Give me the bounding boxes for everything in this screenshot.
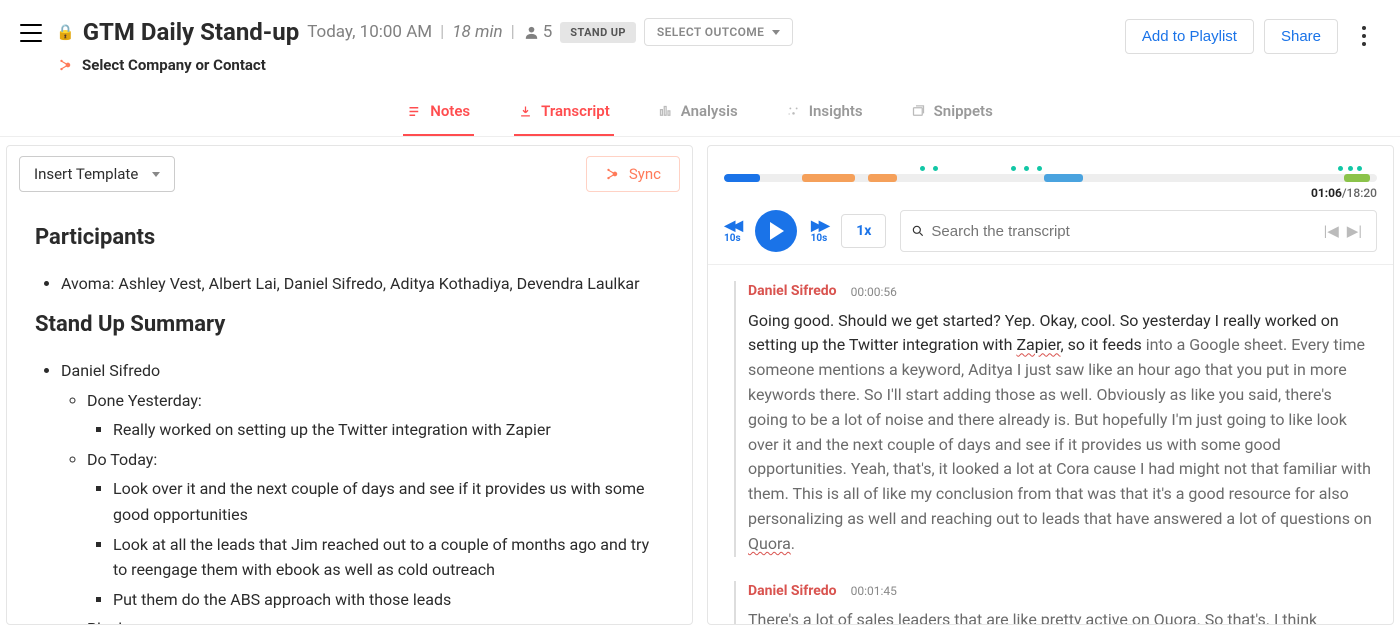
entry-timestamp: 00:00:56 — [851, 283, 897, 302]
analysis-icon — [658, 104, 673, 119]
sync-label: Sync — [629, 165, 661, 183]
notes-content[interactable]: Participants Avoma: Ashley Vest, Albert … — [7, 202, 692, 624]
tab-label: Snippets — [934, 102, 993, 120]
transcript-search[interactable]: |◀ ▶| — [900, 210, 1377, 252]
entry-text: Going good. Should we get started? Yep. … — [748, 309, 1373, 557]
add-to-playlist-button[interactable]: Add to Playlist — [1125, 19, 1254, 54]
timeline-bar[interactable] — [724, 174, 1377, 182]
blockers-label: Blockers: — [87, 616, 664, 624]
hubspot-icon — [605, 167, 619, 181]
current-time: 01:06 — [1311, 186, 1342, 200]
snippets-icon — [911, 104, 926, 119]
separator: | — [440, 22, 444, 42]
do-today-label: Do Today: — [87, 447, 664, 473]
topic-markers — [724, 166, 1377, 174]
menu-button[interactable] — [20, 24, 42, 42]
search-next-button[interactable]: ▶| — [1343, 222, 1366, 240]
participants-list: Avoma: Ashley Vest, Albert Lai, Daniel S… — [61, 271, 664, 297]
total-time: 18:20 — [1347, 186, 1377, 200]
caret-down-icon — [152, 172, 160, 177]
tab-transcript[interactable]: Transcript — [514, 90, 614, 136]
participant-count[interactable]: 5 — [523, 22, 553, 42]
today-item: Look over it and the next couple of days… — [113, 476, 664, 527]
entry-text: There's a lot of sales leaders that are … — [748, 608, 1373, 624]
meeting-duration: 18 min — [452, 22, 502, 42]
skip-fwd-label: 10s — [811, 233, 828, 244]
notes-panel: Insert Template Sync Participants Avoma:… — [6, 145, 693, 625]
transcript-content[interactable]: Daniel Sifredo 00:00:56 Going good. Shou… — [708, 265, 1393, 624]
person-icon — [523, 24, 540, 41]
insert-template-dropdown[interactable]: Insert Template — [19, 156, 175, 192]
speaker-name: Daniel Sifredo — [748, 581, 837, 603]
sparkle-icon — [786, 104, 801, 119]
more-actions-button[interactable] — [1348, 18, 1380, 54]
done-item: Really worked on setting up the Twitter … — [113, 417, 664, 443]
insert-template-label: Insert Template — [34, 165, 138, 183]
participants-heading: Participants — [35, 220, 664, 255]
tab-label: Insights — [809, 102, 863, 120]
summary-heading: Stand Up Summary — [35, 307, 664, 342]
transcript-entry[interactable]: Daniel Sifredo 00:01:45 There's a lot of… — [734, 581, 1373, 624]
separator: | — [511, 22, 515, 42]
tab-label: Analysis — [681, 102, 738, 120]
transcript-panel: 01:06/18:20 ◀◀ 10s ▶▶ 10s 1x |◀ ▶| — [707, 145, 1394, 625]
share-button[interactable]: Share — [1264, 19, 1338, 54]
entry-timestamp: 00:01:45 — [851, 582, 897, 601]
lock-icon: 🔒 — [56, 23, 75, 41]
skip-back-label: 10s — [724, 233, 741, 244]
search-icon — [911, 224, 925, 238]
playback-speed-button[interactable]: 1x — [841, 214, 886, 248]
tab-snippets[interactable]: Snippets — [907, 90, 997, 136]
caret-down-icon — [772, 30, 780, 35]
search-prev-button[interactable]: |◀ — [1320, 222, 1343, 240]
summary-speaker: Daniel Sifredo — [61, 358, 664, 384]
time-display: 01:06/18:20 — [724, 186, 1377, 200]
today-item: Put them do the ABS approach with those … — [113, 587, 664, 613]
tab-notes[interactable]: Notes — [403, 90, 474, 136]
meeting-type-badge[interactable]: STAND UP — [560, 22, 636, 43]
today-item: Look at all the leads that Jim reached o… — [113, 532, 664, 583]
participant-count-value: 5 — [543, 22, 553, 42]
select-outcome-dropdown[interactable]: SELECT OUTCOME — [644, 18, 793, 46]
meeting-datetime: Today, 10:00 AM — [307, 22, 432, 42]
tab-insights[interactable]: Insights — [782, 90, 867, 136]
outcome-label: SELECT OUTCOME — [657, 25, 764, 39]
transcript-search-input[interactable] — [925, 215, 1319, 248]
sync-button[interactable]: Sync — [586, 156, 680, 192]
skip-forward-button[interactable]: ▶▶ 10s — [811, 219, 828, 244]
tab-analysis[interactable]: Analysis — [654, 90, 742, 136]
meeting-title: GTM Daily Stand-up — [83, 18, 300, 46]
skip-back-button[interactable]: ◀◀ 10s — [724, 219, 741, 244]
download-icon — [518, 104, 533, 119]
tab-label: Notes — [430, 102, 470, 120]
timeline[interactable]: 01:06/18:20 — [708, 146, 1393, 204]
hubspot-icon — [58, 58, 72, 72]
company-selector[interactable]: Select Company or Contact — [82, 56, 266, 74]
done-yesterday-label: Done Yesterday: — [87, 388, 664, 414]
play-button[interactable] — [755, 210, 797, 252]
speaker-name: Daniel Sifredo — [748, 281, 837, 303]
notes-icon — [407, 104, 422, 119]
transcript-entry[interactable]: Daniel Sifredo 00:00:56 Going good. Shou… — [734, 281, 1373, 557]
tab-label: Transcript — [541, 102, 610, 120]
